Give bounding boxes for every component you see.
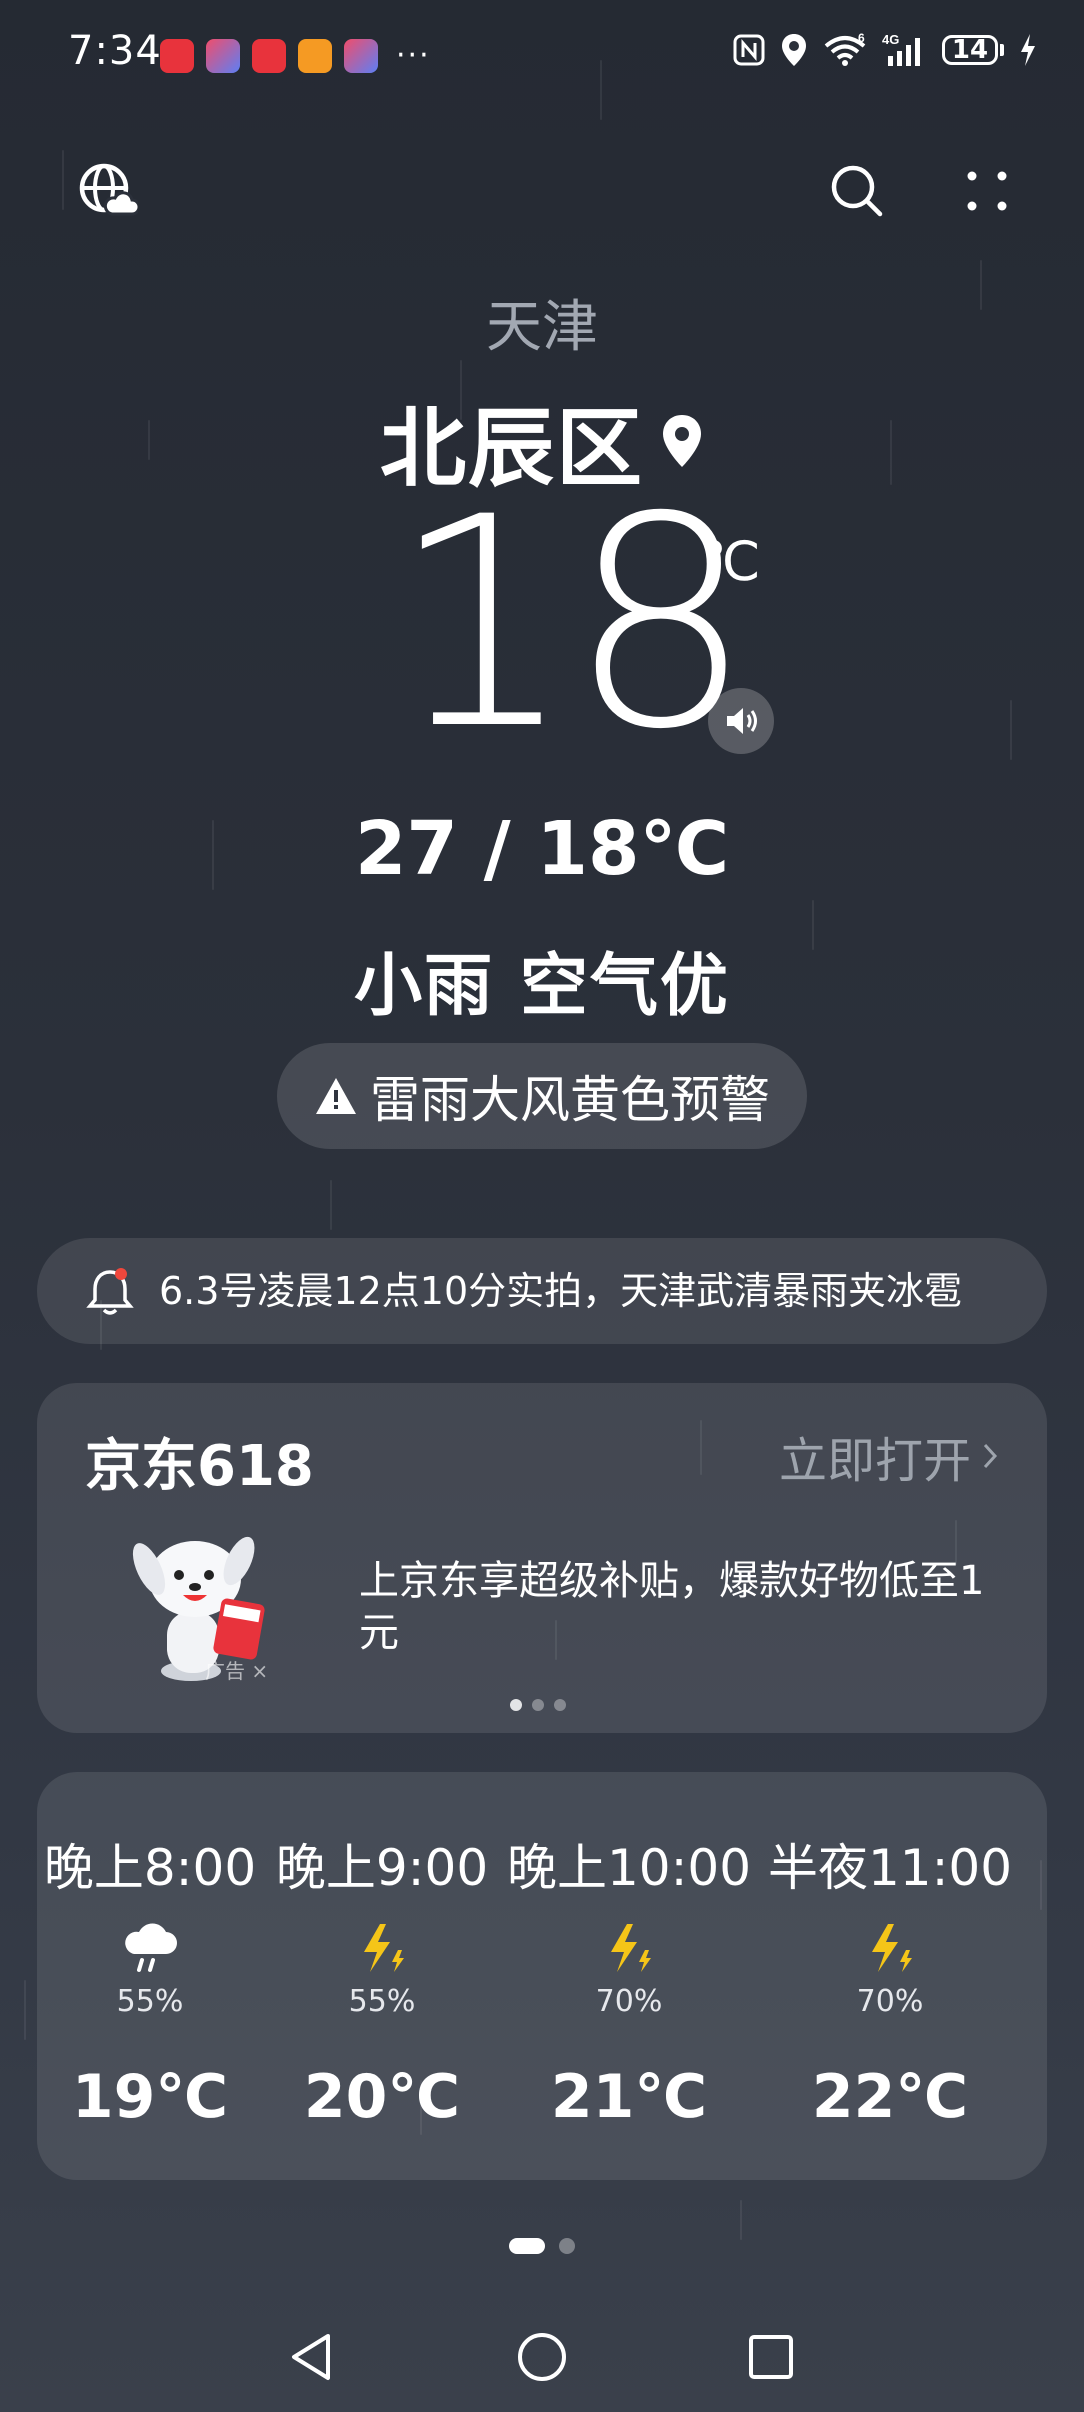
page-dot-active bbox=[509, 2238, 545, 2254]
menu-button[interactable] bbox=[952, 156, 1022, 226]
system-icons: 6 4G 14 bbox=[732, 32, 1038, 68]
weather-alert-text: 雷雨大风黄色预警 bbox=[370, 1071, 770, 1129]
svg-text:6: 6 bbox=[858, 32, 865, 45]
location-icon bbox=[782, 34, 806, 66]
status-time: 7:34 bbox=[68, 28, 162, 74]
hour-temperature: 22℃ bbox=[811, 2062, 969, 2132]
hour-time: 晚上8:00 bbox=[43, 1839, 257, 1897]
hourly-forecast-card[interactable]: 晚上8:00 55% 19℃ 晚上9:00 55% 20℃ 晚上10:00 70… bbox=[37, 1772, 1047, 2180]
home-circle-icon bbox=[518, 2333, 566, 2381]
wifi-icon: 6 bbox=[824, 32, 866, 66]
home-button[interactable] bbox=[507, 2322, 577, 2392]
globe-cloud-icon bbox=[79, 163, 138, 216]
huawei-mall-icon bbox=[160, 38, 194, 73]
precip-probability: 55% bbox=[348, 1984, 416, 2019]
chevron-right-icon bbox=[983, 1443, 998, 1469]
svg-text:4G: 4G bbox=[882, 32, 899, 47]
ad-title: 京东618 bbox=[85, 1434, 314, 1499]
hour-temperature: 21℃ bbox=[550, 2062, 708, 2132]
weather-alert-button[interactable]: 雷雨大风黄色预警 bbox=[277, 1043, 807, 1149]
hour-temperature: 19℃ bbox=[71, 2062, 229, 2132]
ad-description: 上京东享超级补贴，爆款好物低至1元 bbox=[359, 1558, 985, 1656]
cloud-rain-icon bbox=[125, 1923, 177, 1972]
ad-card[interactable]: 京东618 立即打开 广告 × 上京东享超级补贴，爆款好物低至1元 bbox=[37, 1383, 1047, 1733]
bell-icon bbox=[86, 1268, 134, 1315]
temperature-unit: ℃ bbox=[700, 530, 761, 593]
precip-probability: 70% bbox=[595, 1984, 663, 2019]
system-nav-bar bbox=[0, 2300, 1084, 2412]
thunder-icon bbox=[364, 1924, 404, 1972]
carousel-dot bbox=[532, 1699, 544, 1711]
618-promo-icon bbox=[344, 38, 378, 73]
ad-open-button[interactable]: 立即打开 bbox=[779, 1421, 999, 1491]
battery-indicator: 14 bbox=[942, 35, 1004, 65]
huawei-mall-icon bbox=[252, 38, 286, 73]
city-manage-button[interactable] bbox=[72, 156, 142, 226]
page-indicator bbox=[0, 2238, 1084, 2254]
recents-square-icon bbox=[749, 2335, 793, 2379]
carousel-dot bbox=[554, 1699, 566, 1711]
status-bar: 7:34 ··· 6 4G 14 bbox=[0, 0, 1084, 110]
hour-time: 晚上9:00 bbox=[275, 1839, 489, 1897]
thunder-icon bbox=[872, 1924, 912, 1972]
more-grid-icon bbox=[967, 171, 1007, 211]
warning-icon bbox=[316, 1078, 356, 1114]
recents-button[interactable] bbox=[736, 2322, 806, 2392]
cellular-signal-icon: 4G bbox=[882, 32, 920, 66]
ad-open-label: 立即打开 bbox=[778, 1433, 971, 1489]
weather-condition: 小雨 空气优 bbox=[354, 947, 730, 1026]
ad-carousel-dots bbox=[510, 1699, 566, 1711]
voice-broadcast-button[interactable] bbox=[708, 688, 774, 754]
hour-time: 晚上10:00 bbox=[506, 1839, 752, 1897]
current-temperature: 18 bbox=[390, 456, 753, 793]
charging-icon bbox=[1021, 34, 1035, 66]
temperature-range: 27 / 18℃ bbox=[354, 806, 730, 892]
video-app-icon bbox=[298, 38, 332, 73]
search-icon bbox=[831, 165, 883, 217]
page-dot bbox=[559, 2238, 575, 2254]
search-button[interactable] bbox=[822, 156, 892, 226]
thunder-icon bbox=[611, 1924, 651, 1972]
battery-level: 14 bbox=[942, 35, 998, 65]
hour-time: 半夜11:00 bbox=[767, 1839, 1013, 1897]
speaker-icon bbox=[727, 708, 757, 734]
carousel-dot bbox=[510, 1699, 522, 1711]
news-ticker[interactable]: 6.3号凌晨12点10分实拍，天津武清暴雨夹冰雹 bbox=[37, 1238, 1047, 1344]
precip-probability: 70% bbox=[856, 1984, 924, 2019]
618-promo-icon bbox=[206, 38, 240, 73]
hour-temperature: 20℃ bbox=[303, 2062, 461, 2132]
ad-close-tag[interactable]: 广告 × bbox=[205, 1655, 268, 1684]
city-name: 天津 bbox=[486, 295, 598, 360]
back-button[interactable] bbox=[276, 2322, 346, 2392]
precip-probability: 55% bbox=[116, 1984, 184, 2019]
more-notifications: ··· bbox=[396, 38, 431, 73]
nfc-icon bbox=[733, 34, 765, 66]
back-triangle-icon bbox=[292, 2334, 330, 2380]
notification-icons: ··· bbox=[160, 38, 431, 73]
news-headline: 6.3号凌晨12点10分实拍，天津武清暴雨夹冰雹 bbox=[159, 1269, 963, 1313]
